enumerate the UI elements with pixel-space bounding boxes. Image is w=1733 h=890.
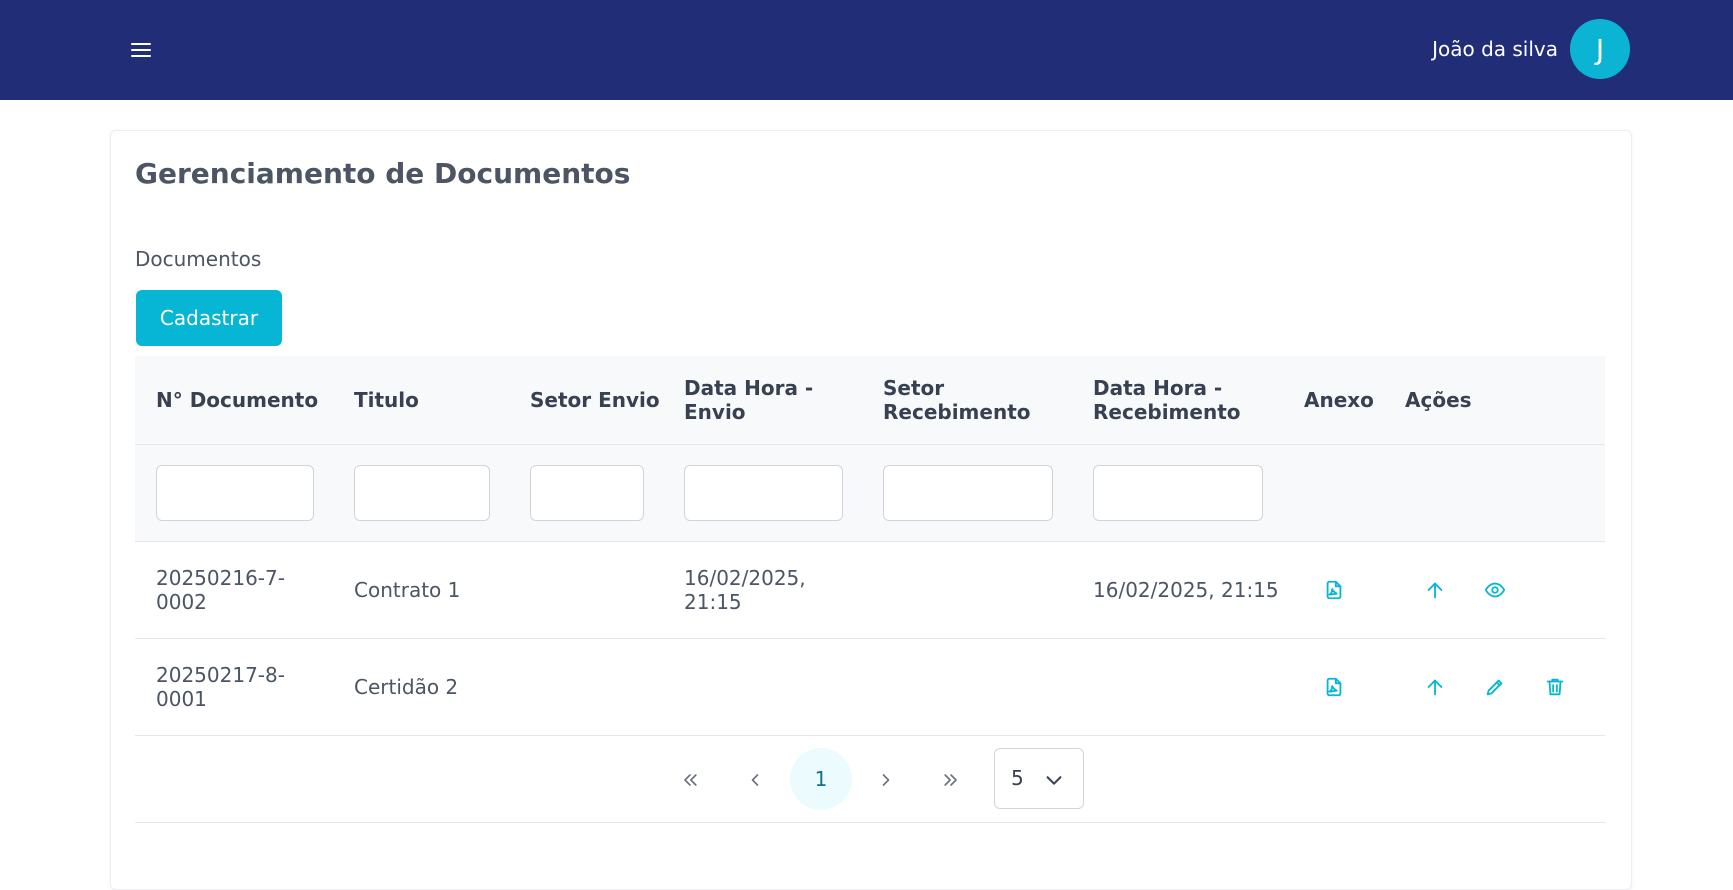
cell-data-recebimento: 16/02/2025, 21:15: [1093, 578, 1279, 602]
column-header-acoes: Ações: [1405, 388, 1472, 412]
eye-icon[interactable]: [1478, 573, 1512, 607]
cell-titulo: Contrato 1: [354, 578, 461, 602]
row-divider: [135, 735, 1605, 736]
cell-titulo: Certidão 2: [354, 675, 459, 699]
rows-per-page-value: 5: [1011, 766, 1024, 790]
page-title: Gerenciamento de Documentos: [135, 157, 631, 190]
arrow-up-icon[interactable]: [1418, 670, 1452, 704]
top-navbar: João da silva J: [0, 0, 1733, 100]
filter-data-envio-input[interactable]: [684, 465, 843, 521]
trash-icon[interactable]: [1538, 670, 1572, 704]
pdf-file-icon[interactable]: [1317, 573, 1351, 607]
cell-data-envio: 16/02/2025, 21:15: [684, 566, 806, 614]
row-divider: [135, 638, 1605, 639]
table-bottom-divider: [135, 822, 1605, 823]
column-header-anexo: Anexo: [1304, 388, 1374, 412]
first-page-icon[interactable]: [660, 750, 720, 810]
column-header-data-envio[interactable]: Data Hora - Envio: [684, 376, 813, 424]
column-header-titulo[interactable]: Titulo: [354, 388, 419, 412]
previous-page-icon[interactable]: [725, 750, 785, 810]
arrow-up-icon[interactable]: [1418, 573, 1452, 607]
user-name: João da silva: [1432, 37, 1558, 61]
column-header-setor-recebimento[interactable]: Setor Recebimento: [883, 376, 1031, 424]
filter-titulo-input[interactable]: [354, 465, 490, 521]
cell-numero: 20250216-7- 0002: [156, 566, 285, 614]
cell-numero: 20250217-8- 0001: [156, 663, 285, 711]
pagination-current-page[interactable]: 1: [790, 748, 852, 810]
chevron-down-icon: [1043, 769, 1065, 791]
user-avatar[interactable]: J: [1570, 19, 1630, 79]
pdf-file-icon[interactable]: [1317, 670, 1351, 704]
next-page-icon[interactable]: [856, 750, 916, 810]
row-divider: [135, 541, 1605, 542]
column-header-setor-envio[interactable]: Setor Envio: [530, 388, 660, 412]
rows-per-page-select[interactable]: 5: [994, 748, 1084, 809]
filter-data-recebimento-input[interactable]: [1093, 465, 1263, 521]
pencil-icon[interactable]: [1478, 670, 1512, 704]
filter-setor-envio-input[interactable]: [530, 465, 644, 521]
last-page-icon[interactable]: [921, 750, 981, 810]
column-header-numero[interactable]: N° Documento: [156, 388, 318, 412]
column-header-data-recebimento[interactable]: Data Hora - Recebimento: [1093, 376, 1241, 424]
section-label: Documentos: [135, 247, 262, 271]
filter-numero-input[interactable]: [156, 465, 314, 521]
filter-setor-recebimento-input[interactable]: [883, 465, 1053, 521]
hamburger-menu-icon[interactable]: [124, 36, 158, 64]
header-divider: [135, 444, 1605, 445]
register-button[interactable]: Cadastrar: [136, 290, 282, 346]
